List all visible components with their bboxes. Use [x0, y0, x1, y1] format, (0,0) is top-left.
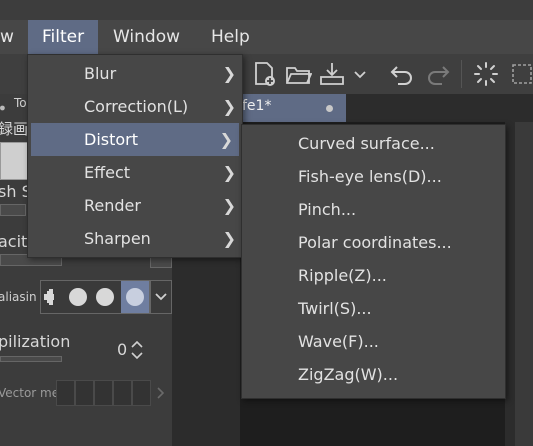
- filter-menu: Blur ❯ Correction(L) ❯ Distort ❯ Effect …: [27, 54, 243, 258]
- brush-size-slider[interactable]: [0, 204, 26, 216]
- menu-item-label: Blur: [84, 64, 117, 83]
- menu-item-label: Twirl(S)...: [298, 299, 372, 318]
- menubar-item-filter[interactable]: Filter: [28, 20, 99, 54]
- menubar-item-window[interactable]: Window: [99, 20, 194, 54]
- menu-item-distort[interactable]: Distort ❯: [31, 123, 239, 156]
- menu-item-label: ZigZag(W)...: [298, 365, 399, 384]
- menu-item-label: Distort: [84, 130, 139, 149]
- submenu-arrow-icon: ❯: [222, 163, 236, 182]
- menu-item-correction[interactable]: Correction(L) ❯: [28, 90, 242, 123]
- antialias-selector[interactable]: [40, 280, 150, 314]
- menu-item-blur[interactable]: Blur ❯: [28, 57, 242, 90]
- menubar-item-view[interactable]: w: [0, 20, 28, 54]
- vector-label: Vector me: [0, 386, 60, 400]
- menu-item-wave[interactable]: Wave(F)...: [242, 325, 505, 358]
- menu-item-ripple[interactable]: Ripple(Z)...: [242, 259, 505, 292]
- menu-item-label: Wave(F)...: [298, 332, 379, 351]
- menu-item-label: Pinch...: [298, 200, 357, 219]
- undo-icon[interactable]: [388, 60, 416, 88]
- canvas-scrollbar[interactable]: [515, 122, 533, 446]
- menubar: w Filter Window Help: [0, 20, 533, 54]
- submenu-arrow-icon: ❯: [222, 229, 236, 248]
- antialias-label: aliasin: [0, 290, 37, 304]
- menu-item-polar-coordinates[interactable]: Polar coordinates...: [242, 226, 505, 259]
- menu-item-label: Fish-eye lens(D)...: [298, 167, 442, 186]
- menubar-item-help[interactable]: Help: [197, 20, 264, 54]
- save-icon[interactable]: [318, 60, 346, 88]
- vector-chevron-icon[interactable]: [153, 380, 169, 406]
- loading-spinner-icon[interactable]: [472, 60, 500, 88]
- menu-item-label: Effect: [84, 163, 131, 182]
- save-dropdown-chevron-icon[interactable]: [352, 60, 368, 88]
- new-file-icon[interactable]: [250, 60, 278, 88]
- submenu-arrow-icon: ❯: [222, 97, 236, 116]
- stabilization-slider[interactable]: [0, 356, 62, 362]
- menu-item-curved-surface[interactable]: Curved surface...: [242, 127, 505, 160]
- menu-item-fish-eye-lens[interactable]: Fish-eye lens(D)...: [242, 160, 505, 193]
- toolbar-separator: [461, 60, 462, 88]
- menu-item-label: Ripple(Z)...: [298, 266, 387, 285]
- stabilization-value[interactable]: 0: [117, 340, 127, 359]
- antialias-dropdown-chevron-icon[interactable]: [150, 280, 172, 314]
- menu-item-effect[interactable]: Effect ❯: [28, 156, 242, 189]
- distort-submenu: Curved surface... Fish-eye lens(D)... Pi…: [241, 124, 506, 399]
- menu-item-zigzag[interactable]: ZigZag(W)...: [242, 358, 505, 391]
- canvas-tab-label: fe1*: [242, 98, 272, 114]
- menu-item-label: Correction(L): [84, 97, 189, 116]
- menu-item-sharpen[interactable]: Sharpen ❯: [28, 222, 242, 255]
- menu-item-render[interactable]: Render ❯: [28, 189, 242, 222]
- tool-tab-label: To: [14, 96, 27, 110]
- canvas-tab[interactable]: fe1*: [240, 94, 346, 122]
- vector-option-buttons[interactable]: [56, 380, 151, 406]
- stabilization-label: pilization: [0, 332, 71, 351]
- menu-item-twirl[interactable]: Twirl(S)...: [242, 292, 505, 325]
- redo-icon[interactable]: [424, 60, 452, 88]
- unsaved-dot-icon: [326, 105, 333, 112]
- submenu-arrow-icon: ❯: [222, 196, 236, 215]
- gear-icon[interactable]: [0, 98, 8, 111]
- menu-item-label: Render: [84, 196, 141, 215]
- cjk-label: 録画: [0, 120, 29, 138]
- open-folder-icon[interactable]: [284, 60, 313, 88]
- title-strip: [0, 0, 533, 20]
- selection-marquee-icon[interactable]: [508, 60, 533, 88]
- stabilization-stepper-icon[interactable]: [129, 338, 145, 362]
- brush-preview: [0, 142, 30, 180]
- menu-item-label: Polar coordinates...: [298, 233, 452, 252]
- submenu-arrow-icon: ❯: [222, 64, 236, 83]
- menu-item-label: Curved surface...: [298, 134, 435, 153]
- submenu-arrow-icon: ❯: [219, 130, 233, 149]
- menu-item-label: Sharpen: [84, 229, 151, 248]
- menu-item-pinch[interactable]: Pinch...: [242, 193, 505, 226]
